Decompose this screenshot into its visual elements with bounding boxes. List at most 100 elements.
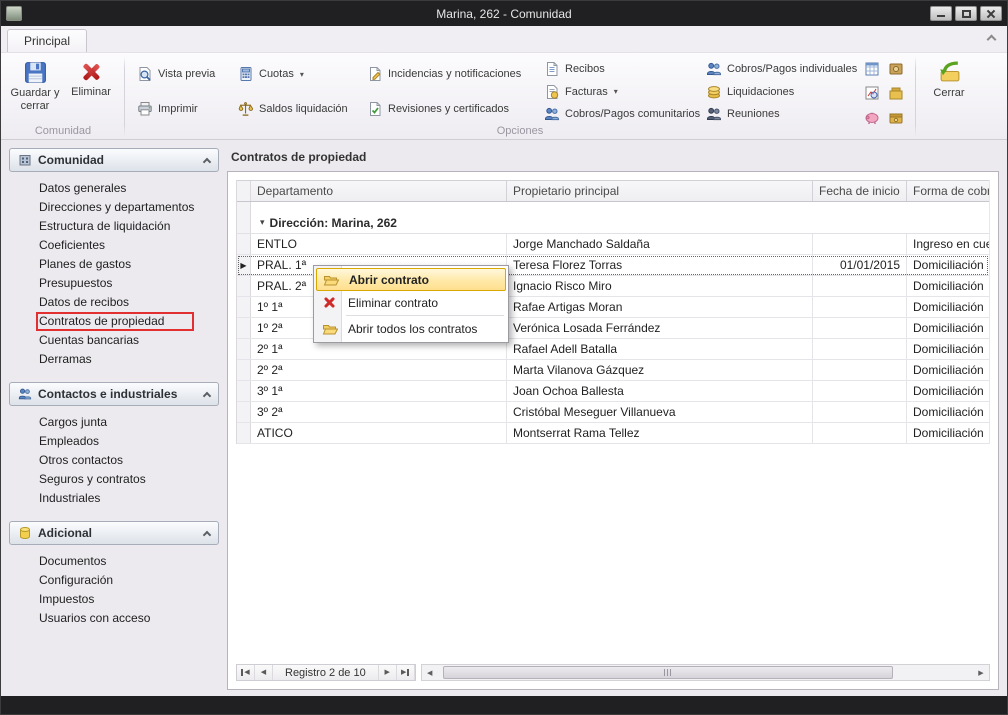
revisiones-button[interactable]: Revisiones y certificados	[365, 100, 531, 118]
column-header-fecha[interactable]: Fecha de inicio	[813, 181, 907, 201]
table-row[interactable]: 2º 2ª Marta Vilanova Gázquez Domiciliaci…	[237, 360, 989, 381]
sidebar-item-usuarios-acceso[interactable]: Usuarios con acceso	[39, 612, 217, 625]
menu-item-label: Abrir contrato	[349, 273, 429, 287]
menu-item-label: Eliminar contrato	[348, 296, 438, 310]
table-row[interactable]: ENTLO Jorge Manchado Saldaña Ingreso en …	[237, 234, 989, 255]
scroll-left-icon[interactable]: ◀	[422, 665, 438, 680]
delete-button-label: Eliminar	[71, 86, 111, 99]
window-title: Marina, 262 - Comunidad	[1, 7, 1007, 21]
collapse-ribbon-icon[interactable]	[987, 35, 997, 45]
section-title: Comunidad	[38, 153, 104, 167]
column-header-forma[interactable]: Forma de cobro	[907, 181, 989, 201]
menu-item-abrir-contrato[interactable]: Abrir contrato	[316, 268, 506, 291]
nav-last-button[interactable]: ▶	[397, 665, 415, 680]
recibos-button[interactable]: Recibos	[542, 60, 694, 78]
saldos-liquidacion-button[interactable]: Saldos liquidación	[236, 100, 354, 118]
sidebar-item-estructura-liquidacion[interactable]: Estructura de liquidación	[39, 220, 217, 233]
cobros-pagos-individuales-button[interactable]: Cobros/Pagos individuales	[704, 60, 852, 78]
table-row[interactable]: 3º 1ª Joan Ochoa Ballesta Domiciliación	[237, 381, 989, 402]
nav-next-icon: ▶	[385, 669, 390, 676]
preview-icon	[137, 66, 153, 82]
table-row[interactable]: 3º 2ª Cristóbal Meseguer Villanueva Domi…	[237, 402, 989, 423]
minimize-button[interactable]	[930, 6, 952, 21]
column-header-propietario[interactable]: Propietario principal	[507, 181, 813, 201]
sidebar-item-derramas[interactable]: Derramas	[39, 353, 217, 366]
scroll-right-icon[interactable]: ▶	[973, 665, 989, 680]
sidebar-item-industriales[interactable]: Industriales	[39, 492, 217, 505]
cerrar-button[interactable]: Cerrar	[921, 57, 977, 103]
delete-button[interactable]: Eliminar	[63, 57, 119, 102]
column-header-departamento[interactable]: Departamento	[251, 181, 507, 201]
save-and-close-button[interactable]: Guardar y cerrar	[7, 57, 63, 115]
ribbon-separator	[124, 56, 125, 137]
calculator-icon	[238, 66, 254, 82]
ribbon-group-label-comunidad: Comunidad	[3, 125, 123, 137]
sidebar-item-presupuestos[interactable]: Presupuestos	[39, 277, 217, 290]
money-box-icon[interactable]	[886, 83, 906, 103]
sidebar-item-impuestos[interactable]: Impuestos	[39, 593, 217, 606]
contracts-panel: Departamento Propietario principal Fecha…	[227, 171, 999, 690]
safe-icon[interactable]	[886, 59, 906, 79]
sidebar-item-contratos-propiedad[interactable]: Contratos de propiedad	[39, 315, 191, 328]
nav-first-icon: ◀	[244, 669, 249, 676]
reuniones-button[interactable]: Reuniones	[704, 105, 852, 123]
scrollbar-thumb[interactable]	[443, 666, 893, 679]
facturas-button[interactable]: Facturas ▾	[542, 83, 694, 101]
restore-icon	[962, 10, 971, 18]
horizontal-scrollbar[interactable]: ◀ ▶	[421, 664, 990, 681]
imprimir-button[interactable]: Imprimir	[135, 100, 225, 118]
sidebar-item-cargos-junta[interactable]: Cargos junta	[39, 416, 217, 429]
sidebar-item-configuracion[interactable]: Configuración	[39, 574, 217, 587]
grid-header-row: Departamento Propietario principal Fecha…	[237, 180, 989, 202]
section-items-adicional: Documentos Configuración Impuestos Usuar…	[9, 545, 219, 641]
scales-icon	[238, 101, 254, 117]
chevron-up-icon	[203, 391, 211, 399]
group-row[interactable]: ▾ Dirección: Marina, 262	[237, 212, 989, 234]
grid-spacer	[237, 202, 989, 212]
sidebar-item-direcciones[interactable]: Direcciones y departamentos	[39, 201, 217, 214]
titlebar[interactable]: Marina, 262 - Comunidad	[1, 1, 1007, 26]
main-body: Comunidad Datos generales Direcciones y …	[1, 140, 1007, 696]
close-button[interactable]	[980, 6, 1002, 21]
sidebar-item-otros-contactos[interactable]: Otros contactos	[39, 454, 217, 467]
piggy-bank-icon[interactable]	[862, 107, 882, 127]
chart-search-icon[interactable]	[862, 83, 882, 103]
open-folder-icon	[320, 321, 339, 337]
sidebar-item-datos-recibos[interactable]: Datos de recibos	[39, 296, 217, 309]
group-row-label: Dirección: Marina, 262	[270, 216, 397, 230]
sidebar-item-planes-gastos[interactable]: Planes de gastos	[39, 258, 217, 271]
tab-principal[interactable]: Principal	[7, 29, 87, 52]
people-icon	[706, 61, 722, 77]
nav-prev-button[interactable]: ◀	[255, 665, 273, 680]
cobros-pagos-comunitarios-button[interactable]: Cobros/Pagos comunitarios	[542, 105, 694, 123]
ledger-icon[interactable]	[862, 59, 882, 79]
sidebar-item-datos-generales[interactable]: Datos generales	[39, 182, 217, 195]
sidebar-item-seguros-contratos[interactable]: Seguros y contratos	[39, 473, 217, 486]
ribbon-group-cerrar: Cerrar	[917, 54, 981, 139]
incidencias-button[interactable]: Incidencias y notificaciones	[365, 65, 531, 83]
printer-icon	[137, 101, 153, 117]
restore-button[interactable]	[955, 6, 977, 21]
cuotas-button[interactable]: Cuotas ▾	[236, 65, 354, 83]
section-items-comunidad: Datos generales Direcciones y departamen…	[9, 172, 219, 382]
app-icon[interactable]	[6, 6, 22, 21]
sidebar-item-empleados[interactable]: Empleados	[39, 435, 217, 448]
liquidaciones-button[interactable]: Liquidaciones	[704, 83, 852, 101]
table-row[interactable]: ATICO Montserrat Rama Tellez Domiciliaci…	[237, 423, 989, 444]
cashbox-icon[interactable]	[886, 107, 906, 127]
nav-first-button[interactable]: ◀	[237, 665, 255, 680]
sidebar-section-contactos[interactable]: Contactos e industriales	[9, 382, 219, 406]
scrollbar-track[interactable]	[438, 665, 973, 680]
coins-icon	[706, 84, 722, 100]
sidebar-item-documentos[interactable]: Documentos	[39, 555, 217, 568]
sidebar-section-comunidad[interactable]: Comunidad	[9, 148, 219, 172]
sidebar-item-cuentas-bancarias[interactable]: Cuentas bancarias	[39, 334, 217, 347]
collapse-group-icon[interactable]: ▾	[260, 217, 265, 228]
sidebar-item-coeficientes[interactable]: Coeficientes	[39, 239, 217, 252]
menu-item-eliminar-contrato[interactable]: Eliminar contrato	[316, 291, 506, 314]
menu-item-abrir-todos[interactable]: Abrir todos los contratos	[316, 317, 506, 340]
nav-next-button[interactable]: ▶	[379, 665, 397, 680]
section-title: Adicional	[38, 526, 92, 540]
sidebar-section-adicional[interactable]: Adicional	[9, 521, 219, 545]
vista-previa-button[interactable]: Vista previa	[135, 65, 225, 83]
